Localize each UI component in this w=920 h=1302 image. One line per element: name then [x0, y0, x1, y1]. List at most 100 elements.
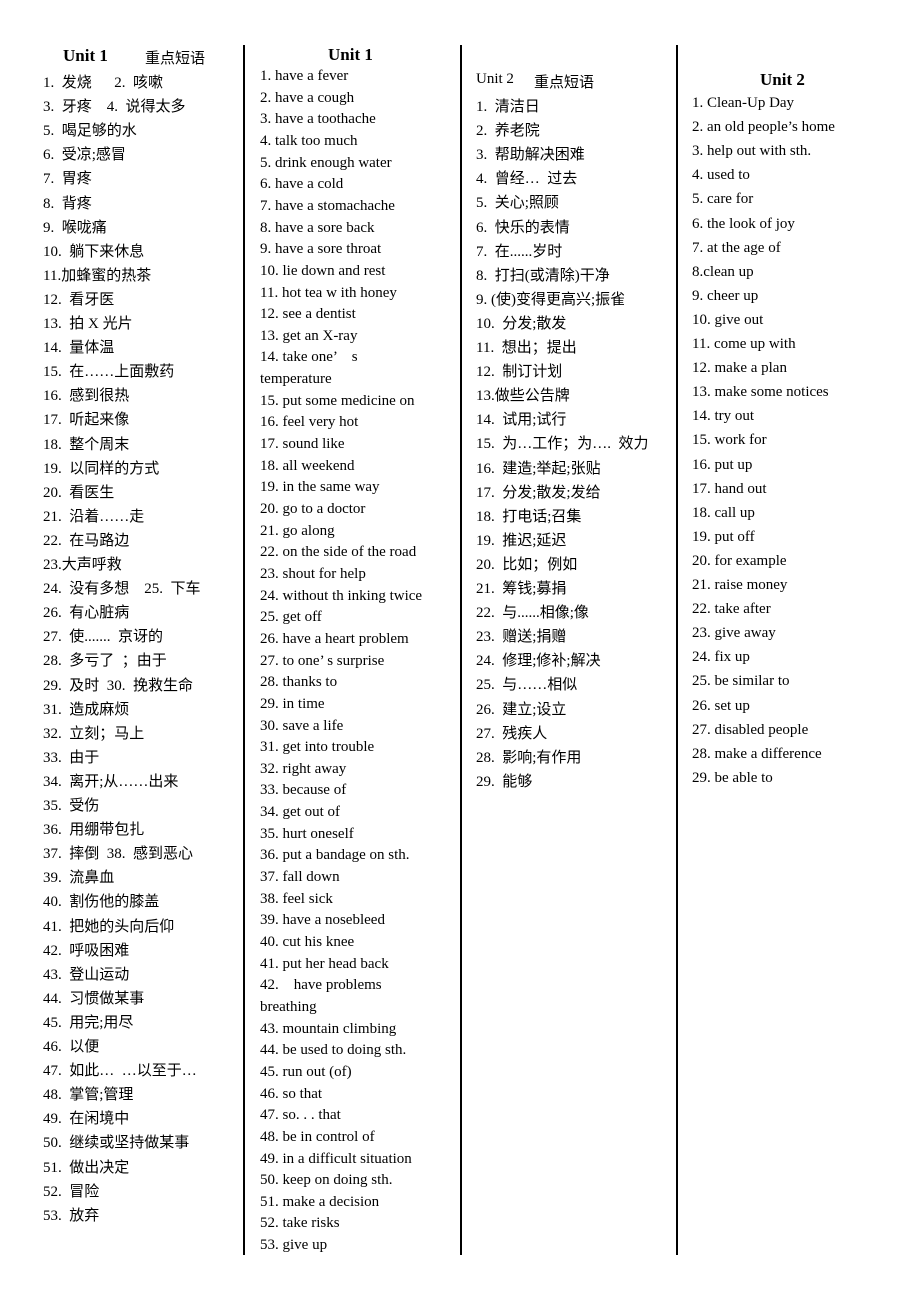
column-subtitle: 重点短语 — [145, 51, 206, 67]
phrase-line: 37. 摔倒 38. 感到恶心 — [43, 846, 194, 863]
phrase-line: 11. 想出；提出 — [476, 340, 577, 356]
phrase-line: 38. feel sick — [260, 890, 333, 907]
phrase-line: 45. run out (of) — [260, 1063, 352, 1080]
phrase-line: 6. the look of joy — [692, 215, 795, 232]
phrase-line: 5. 喝足够的水 — [43, 123, 137, 140]
phrase-line: 29. 及时 30. 挽救生命 — [43, 677, 194, 694]
phrase-line: 26. set up — [692, 697, 750, 714]
phrase-line: 6. have a cold — [260, 176, 344, 193]
phrase-line: 34. 离开;从……出来 — [43, 773, 179, 790]
column-title: Unit 1 — [328, 45, 373, 64]
phrase-line: 46. so that — [260, 1085, 323, 1102]
phrase-line: 42. 呼吸困难 — [43, 942, 130, 959]
phrase-line: 23.大声呼救 — [43, 557, 122, 573]
phrase-line: 20. 看医生 — [43, 484, 115, 501]
phrase-line: 27. 使....... 京讶的 — [43, 629, 164, 646]
phrase-line: 18. all weekend — [260, 457, 355, 474]
phrase-line: 33. because of — [260, 782, 347, 799]
phrase-line: 17. 分发;散发;发给 — [476, 484, 601, 501]
phrase-line: 30. save a life — [260, 717, 344, 734]
phrase-line: 49. in a difficult situation — [260, 1150, 412, 1167]
phrase-line: 13. make some notices — [692, 384, 829, 401]
phrase-line: 25. be similar to — [692, 673, 790, 690]
phrase-line: 47. 如此… …以至于… — [43, 1063, 197, 1080]
phrase-line: 15. 为…工作；为…. 效力 — [476, 436, 649, 453]
phrase-line: 27. disabled people — [692, 721, 809, 738]
phrase-line: 42. have problems — [260, 977, 382, 994]
phrase-line: 2. an old people’s home — [692, 119, 835, 136]
phrase-line: 21. 沿着……走 — [43, 508, 145, 525]
phrase-line: temperature — [260, 371, 332, 388]
phrase-line: 25. get off — [260, 609, 322, 626]
phrase-line: 29. in time — [260, 695, 325, 712]
phrase-line: 27. to one’ s surprise — [260, 652, 385, 669]
phrase-line: breathing — [260, 998, 317, 1015]
phrase-line: 52. take risks — [260, 1215, 340, 1232]
phrase-line: 40. cut his knee — [260, 934, 355, 950]
phrase-line: 23. shout for help — [260, 565, 366, 582]
phrase-line: 41. 把她的头向后仰 — [43, 918, 175, 935]
phrase-line: 14. try out — [692, 408, 755, 425]
phrase-line: 7. have a stomachache — [260, 197, 395, 214]
phrase-line: 1. 发烧 2. 咳嗽 — [43, 75, 164, 91]
phrase-line: 36. put a bandage on sth. — [260, 847, 410, 864]
phrase-line: 12. 制订计划 — [476, 364, 563, 381]
phrase-line: 40. 割伤他的膝盖 — [43, 894, 160, 911]
phrase-line: 24. 修理;修补;解决 — [476, 653, 601, 670]
phrase-line: 35. hurt oneself — [260, 825, 354, 842]
phrase-line: 22. 在马路边 — [43, 532, 130, 549]
phrase-line: 8.clean up — [692, 263, 754, 280]
phrase-line: 8. have a sore back — [260, 219, 375, 236]
phrase-line: 11. come up with — [692, 336, 796, 352]
phrase-line: 6. 快乐的表情 — [476, 219, 570, 236]
phrase-line: 29. be able to — [692, 769, 773, 786]
column-title: Unit 2 — [476, 71, 514, 87]
phrase-line: 51. 做出决定 — [43, 1159, 130, 1176]
phrase-line: 9. (使)变得更高兴;振雀 — [476, 291, 626, 308]
phrase-line: 32. 立刻；马上 — [43, 725, 145, 742]
phrase-line: 28. make a difference — [692, 745, 822, 762]
phrase-line: 1. Clean-Up Day — [692, 95, 795, 111]
phrase-line: 25. 与……相似 — [476, 677, 578, 694]
phrase-line: 53. give up — [260, 1237, 328, 1254]
phrase-line: 34. get out of — [260, 804, 340, 821]
phrase-line: 26. 建立;设立 — [476, 701, 567, 718]
phrase-line: 16. feel very hot — [260, 414, 359, 431]
phrase-line: 46. 以便 — [43, 1039, 100, 1055]
phrase-line: 2. 养老院 — [476, 123, 540, 140]
phrase-line: 28. 多亏了 ；由于 — [43, 653, 167, 670]
phrase-line: 18. 打电话;召集 — [476, 508, 582, 525]
phrase-line: 26. 有心脏病 — [43, 605, 130, 622]
phrase-line: 22. 与......相像;像 — [476, 605, 589, 622]
phrase-line: 44. 习惯做某事 — [43, 990, 145, 1007]
phrase-line: 4. talk too much — [260, 132, 358, 149]
phrase-line: 10. 躺下来休息 — [43, 243, 145, 260]
phrase-line: 17. hand out — [692, 480, 767, 497]
phrase-line: 19. 以同样的方式 — [43, 460, 160, 477]
phrase-line: 12. see a dentist — [260, 306, 356, 323]
phrase-line: 15. work for — [692, 432, 767, 449]
phrase-line: 32. right away — [260, 760, 347, 777]
phrase-line: 44. be used to doing sth. — [260, 1042, 407, 1059]
phrase-line: 49. 在闲境中 — [43, 1111, 130, 1128]
phrase-line: 7. at the age of — [692, 239, 781, 256]
column-title: Unit 1 — [63, 46, 108, 65]
phrase-line: 47. so. . . that — [260, 1107, 341, 1124]
phrase-line: 22. take after — [692, 601, 771, 618]
phrase-line: 4. 曾经… 过去 — [476, 171, 578, 188]
phrase-line: 31. get into trouble — [260, 739, 375, 756]
phrase-line: 15. 在……上面敷药 — [43, 364, 175, 381]
column-subtitle: 重点短语 — [534, 75, 595, 91]
phrase-line: 3. 牙疼 4. 说得太多 — [43, 99, 186, 116]
phrase-line: 6. 受凉;感冒 — [43, 147, 126, 164]
phrase-line: 23. give away — [692, 625, 776, 642]
phrase-line: 12. make a plan — [692, 360, 787, 377]
phrase-line: 24. without th inking twice — [260, 587, 423, 604]
phrase-line: 16. put up — [692, 456, 753, 473]
phrase-line: 45. 用完;用尽 — [43, 1014, 134, 1031]
phrase-line: 20. for example — [692, 552, 787, 569]
phrase-line: 21. 筹钱;募捐 — [476, 581, 567, 597]
phrase-line: 8. 背疼 — [43, 195, 92, 212]
column-title: Unit 2 — [760, 70, 805, 89]
phrase-line: 9. 喉咙痛 — [43, 219, 107, 236]
